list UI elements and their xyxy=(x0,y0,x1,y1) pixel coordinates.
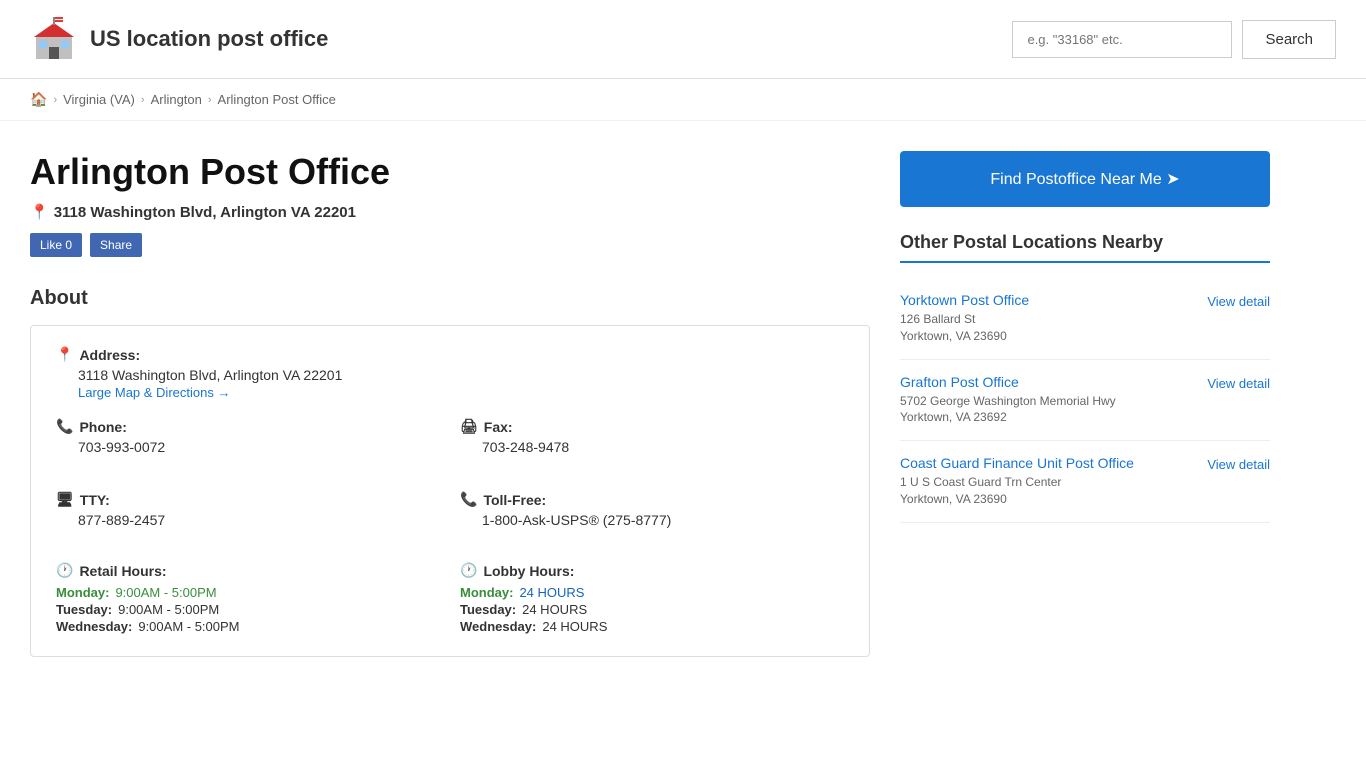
retail-hours: 🕐 Retail Hours: Monday: 9:00AM - 5:00PM … xyxy=(56,562,440,636)
directions-link[interactable]: Large Map & Directions → xyxy=(78,385,230,400)
breadcrumb-sep-3: › xyxy=(208,94,212,106)
breadcrumb-arlington[interactable]: Arlington xyxy=(151,92,202,107)
nearby-item-info: Coast Guard Finance Unit Post Office 1 U… xyxy=(900,455,1197,508)
nearby-item-info: Yorktown Post Office 126 Ballard St York… xyxy=(900,292,1197,345)
nearby-item: Coast Guard Finance Unit Post Office 1 U… xyxy=(900,441,1270,523)
nearby-item: Yorktown Post Office 126 Ballard St York… xyxy=(900,278,1270,360)
retail-wednesday: Wednesday: 9:00AM - 5:00PM xyxy=(56,619,440,634)
nearby-item-address: 1 U S Coast Guard Trn Center Yorktown, V… xyxy=(900,474,1197,508)
header-logo-area: US location post office xyxy=(30,15,328,63)
header-search-area: Search xyxy=(1012,20,1336,59)
address-label: 📍 Address: xyxy=(56,346,844,363)
retail-hours-icon: 🕐 xyxy=(56,562,73,579)
nearby-item-address: 5702 George Washington Memorial Hwy York… xyxy=(900,393,1197,427)
tty-row: 🖥 TTY: 877-889-2457 xyxy=(56,491,440,528)
nearby-item-view-detail[interactable]: View detail xyxy=(1207,292,1270,309)
about-heading: About xyxy=(30,287,870,310)
phone-icon: 📞 xyxy=(56,418,73,435)
fax-label: 🖨 Fax: xyxy=(460,418,844,435)
lobby-wednesday-day: Wednesday: xyxy=(460,619,536,634)
site-header: US location post office Search xyxy=(0,0,1366,79)
lobby-monday-day: Monday: xyxy=(460,585,513,600)
fax-value: 703-248-9478 xyxy=(482,439,844,455)
lobby-monday: Monday: 24 HOURS xyxy=(460,585,844,600)
retail-tuesday-hours: 9:00AM - 5:00PM xyxy=(118,602,219,617)
tollfree-label: 📞 Toll-Free: xyxy=(460,491,844,508)
retail-monday-day: Monday: xyxy=(56,585,109,600)
phone-label: 📞 Phone: xyxy=(56,418,440,435)
nearby-item: Grafton Post Office 5702 George Washingt… xyxy=(900,360,1270,442)
retail-wednesday-hours: 9:00AM - 5:00PM xyxy=(138,619,239,634)
tty-icon: 🖥 xyxy=(56,491,74,508)
retail-hours-label: 🕐 Retail Hours: xyxy=(56,562,440,579)
lobby-wednesday: Wednesday: 24 HOURS xyxy=(460,619,844,634)
info-card: 📍 Address: 3118 Washington Blvd, Arlingt… xyxy=(30,325,870,657)
social-buttons: Like 0 Share xyxy=(30,233,870,257)
address-value: 3118 Washington Blvd, Arlington VA 22201 xyxy=(78,367,844,383)
breadcrumb-current: Arlington Post Office xyxy=(218,92,336,107)
nearby-item-info: Grafton Post Office 5702 George Washingt… xyxy=(900,374,1197,427)
tollfree-icon: 📞 xyxy=(460,491,477,508)
phone-fax-row: 📞 Phone: 703-993-0072 🖨 Fax: 703-248-947… xyxy=(56,418,844,546)
address-row: 📍 Address: 3118 Washington Blvd, Arlingt… xyxy=(56,346,844,400)
nearby-item-view-detail[interactable]: View detail xyxy=(1207,455,1270,472)
search-input[interactable] xyxy=(1012,21,1232,58)
lobby-tuesday: Tuesday: 24 HOURS xyxy=(460,602,844,617)
breadcrumb-sep-2: › xyxy=(141,94,145,106)
main-container: Arlington Post Office 📍 3118 Washington … xyxy=(0,121,1366,657)
lobby-hours-icon: 🕐 xyxy=(460,562,477,579)
nearby-item-name[interactable]: Grafton Post Office xyxy=(900,374,1197,390)
tty-value: 877-889-2457 xyxy=(78,512,440,528)
retail-wednesday-day: Wednesday: xyxy=(56,619,132,634)
post-office-logo-icon xyxy=(30,15,78,63)
nearby-item-name[interactable]: Yorktown Post Office xyxy=(900,292,1197,308)
nearby-heading: Other Postal Locations Nearby xyxy=(900,232,1270,263)
tollfree-row: 📞 Toll-Free: 1-800-Ask-USPS® (275-8777) xyxy=(460,491,844,546)
retail-monday: Monday: 9:00AM - 5:00PM xyxy=(56,585,440,600)
nearby-item-name[interactable]: Coast Guard Finance Unit Post Office xyxy=(900,455,1197,471)
lobby-monday-hours: 24 HOURS xyxy=(519,585,584,600)
address-icon: 📍 xyxy=(56,346,73,363)
phone-row: 📞 Phone: 703-993-0072 xyxy=(56,418,440,455)
retail-tuesday-day: Tuesday: xyxy=(56,602,112,617)
lobby-tuesday-hours: 24 HOURS xyxy=(522,602,587,617)
content-area: Arlington Post Office 📍 3118 Washington … xyxy=(30,151,900,657)
lobby-hours: 🕐 Lobby Hours: Monday: 24 HOURS Tuesday:… xyxy=(460,562,844,636)
site-title: US location post office xyxy=(90,26,328,52)
search-button[interactable]: Search xyxy=(1242,20,1336,59)
page-address: 3118 Washington Blvd, Arlington VA 22201 xyxy=(54,204,356,221)
lobby-tuesday-day: Tuesday: xyxy=(460,602,516,617)
phone-value: 703-993-0072 xyxy=(78,439,440,455)
nearby-item-address: 126 Ballard St Yorktown, VA 23690 xyxy=(900,311,1197,345)
location-pin-icon: 📍 xyxy=(30,203,49,221)
hours-section: 🕐 Retail Hours: Monday: 9:00AM - 5:00PM … xyxy=(56,562,844,636)
page-title: Arlington Post Office xyxy=(30,151,870,193)
retail-tuesday: Tuesday: 9:00AM - 5:00PM xyxy=(56,602,440,617)
breadcrumb: 🏠 › Virginia (VA) › Arlington › Arlingto… xyxy=(0,79,1366,121)
nearby-item-view-detail[interactable]: View detail xyxy=(1207,374,1270,391)
sidebar: Find Postoffice Near Me ➤ Other Postal L… xyxy=(900,151,1270,657)
breadcrumb-virginia[interactable]: Virginia (VA) xyxy=(63,92,135,107)
tollfree-value: 1-800-Ask-USPS® (275-8777) xyxy=(482,512,844,528)
lobby-hours-label: 🕐 Lobby Hours: xyxy=(460,562,844,579)
fax-icon: 🖨 xyxy=(460,418,478,435)
find-postoffice-button[interactable]: Find Postoffice Near Me ➤ xyxy=(900,151,1270,207)
facebook-share-button[interactable]: Share xyxy=(90,233,142,257)
facebook-like-button[interactable]: Like 0 xyxy=(30,233,82,257)
breadcrumb-sep-1: › xyxy=(53,94,57,106)
page-address-line: 📍 3118 Washington Blvd, Arlington VA 222… xyxy=(30,203,870,221)
lobby-wednesday-hours: 24 HOURS xyxy=(542,619,607,634)
home-icon[interactable]: 🏠 xyxy=(30,91,47,108)
fax-row: 🖨 Fax: 703-248-9478 xyxy=(460,418,844,455)
retail-monday-hours: 9:00AM - 5:00PM xyxy=(115,585,216,600)
tty-label: 🖥 TTY: xyxy=(56,491,440,508)
